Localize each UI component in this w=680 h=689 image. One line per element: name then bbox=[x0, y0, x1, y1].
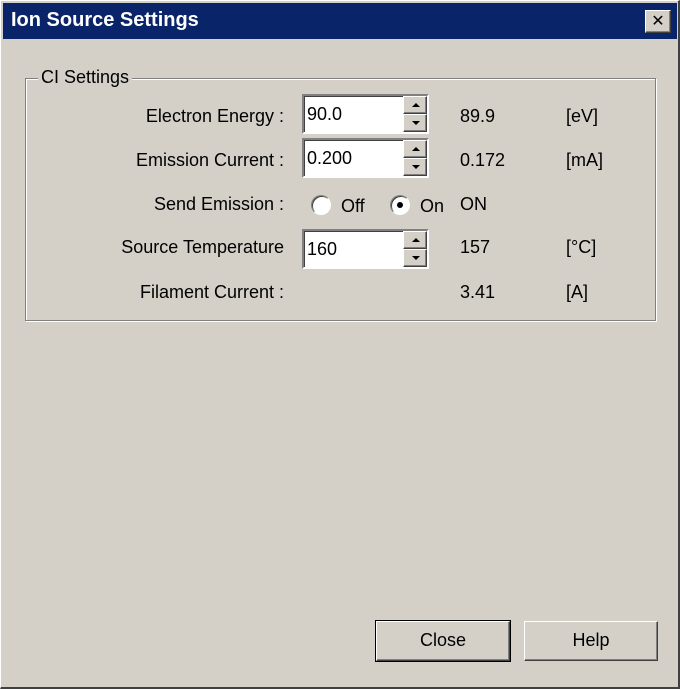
close-button[interactable]: Close bbox=[375, 620, 511, 662]
filament-current-readback: 3.41 bbox=[460, 282, 496, 302]
send-emission-label: Send Emission : bbox=[153, 194, 284, 214]
electron-energy-up-button[interactable] bbox=[403, 96, 427, 114]
source-temperature-up-button[interactable] bbox=[403, 231, 427, 249]
radio-selected-dot bbox=[397, 202, 403, 208]
window-title: Ion Source Settings bbox=[11, 9, 199, 31]
electron-energy-spinbox bbox=[302, 94, 429, 134]
emission-current-unit: [mA] bbox=[566, 150, 604, 170]
arrow-down-icon bbox=[412, 256, 420, 260]
source-temperature-unit: [°C] bbox=[566, 237, 597, 257]
electron-energy-input[interactable] bbox=[307, 99, 395, 129]
help-button[interactable]: Help bbox=[524, 621, 658, 661]
ci-settings-legend: CI Settings bbox=[38, 67, 133, 88]
send-emission-on-label[interactable]: On bbox=[420, 196, 444, 217]
electron-energy-readback: 89.9 bbox=[460, 106, 496, 126]
source-temperature-spinbox bbox=[302, 229, 429, 269]
arrow-down-icon bbox=[412, 165, 420, 169]
arrow-up-icon bbox=[412, 103, 420, 107]
ion-source-settings-window: Ion Source Settings ✕ CI Settings Electr… bbox=[0, 0, 680, 689]
close-icon[interactable]: ✕ bbox=[645, 10, 671, 33]
source-temperature-label: Source Temperature bbox=[121, 237, 284, 257]
filament-current-label: Filament Current : bbox=[139, 282, 284, 302]
electron-energy-label: Electron Energy : bbox=[145, 106, 284, 126]
electron-energy-unit: [eV] bbox=[566, 106, 599, 126]
electron-energy-down-button[interactable] bbox=[403, 114, 427, 132]
source-temperature-input[interactable] bbox=[307, 234, 395, 264]
emission-current-down-button[interactable] bbox=[403, 158, 427, 176]
send-emission-off-radio[interactable] bbox=[311, 195, 331, 215]
arrow-down-icon bbox=[412, 121, 420, 125]
emission-current-readback: 0.172 bbox=[460, 150, 506, 170]
send-emission-readback: ON bbox=[460, 194, 487, 214]
emission-current-up-button[interactable] bbox=[403, 140, 427, 158]
arrow-up-icon bbox=[412, 147, 420, 151]
emission-current-spinbox bbox=[302, 138, 429, 178]
emission-current-label: Emission Current : bbox=[135, 150, 284, 170]
arrow-up-icon bbox=[412, 238, 420, 242]
source-temperature-down-button[interactable] bbox=[403, 249, 427, 267]
emission-current-input[interactable] bbox=[307, 143, 395, 173]
title-bar[interactable]: Ion Source Settings ✕ bbox=[3, 3, 677, 39]
send-emission-on-radio[interactable] bbox=[390, 195, 410, 215]
source-temperature-readback: 157 bbox=[460, 237, 491, 257]
filament-current-unit: [A] bbox=[566, 282, 589, 302]
send-emission-off-label[interactable]: Off bbox=[341, 196, 365, 217]
